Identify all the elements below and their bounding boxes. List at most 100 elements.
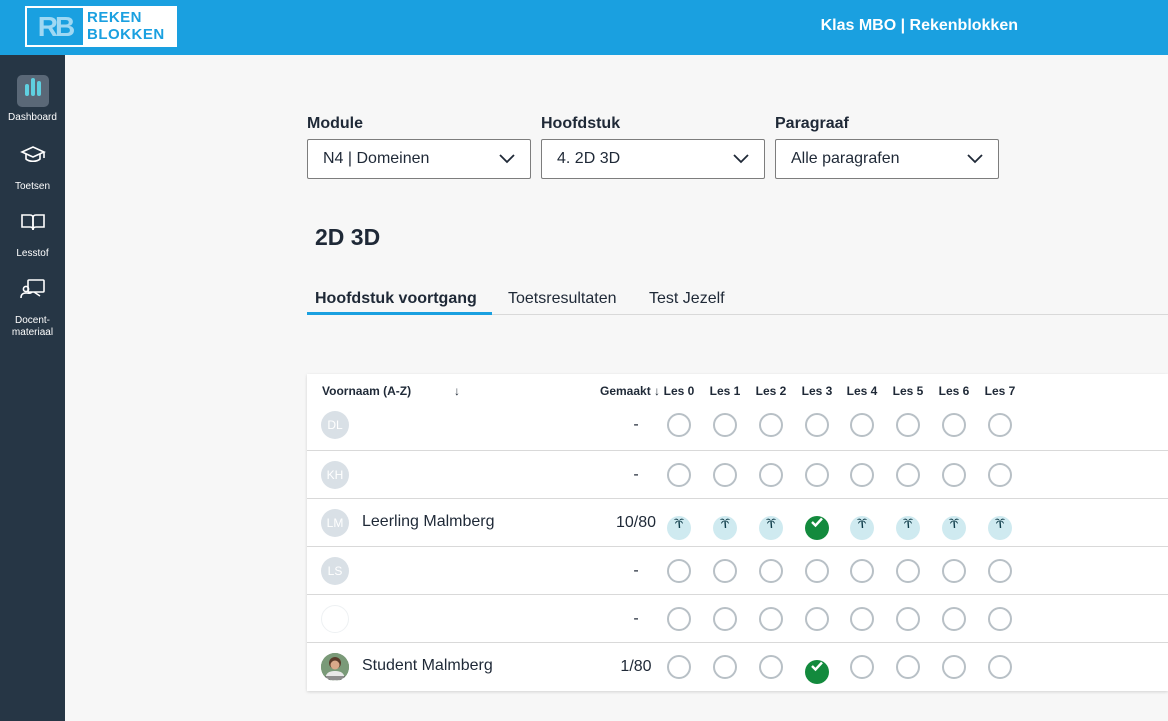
avatar: DL	[321, 411, 349, 439]
lesson-empty-circle-icon[interactable]	[713, 607, 737, 631]
avatar: LM	[321, 509, 349, 537]
lesson-empty-circle-icon[interactable]	[713, 463, 737, 487]
hoofdstuk-select[interactable]: 4. 2D 3D	[541, 139, 765, 179]
column-header-les: Les 2	[755, 384, 787, 398]
lesson-empty-circle-icon[interactable]	[850, 413, 874, 437]
avatar	[321, 653, 349, 681]
lesson-empty-circle-icon[interactable]	[988, 559, 1012, 583]
progress-table: Voornaam (A-Z) ↓ Gemaakt ↓ Les 0 Les 1 Les…	[307, 374, 1168, 691]
lesson-empty-circle-icon[interactable]	[667, 413, 691, 437]
lesson-empty-circle-icon[interactable]	[805, 607, 829, 631]
tab-hoofdstuk-voortgang[interactable]: Hoofdstuk voortgang	[315, 290, 477, 308]
lesson-empty-circle-icon[interactable]	[896, 413, 920, 437]
top-bar: RB REKEN BLOKKEN Klas MBO | Rekenblokken	[0, 0, 1168, 55]
lesson-empty-circle-icon[interactable]	[850, 463, 874, 487]
graduation-cap-icon	[17, 144, 49, 176]
logo-line-1: REKEN	[87, 9, 143, 26]
rekenblokken-logo[interactable]: RB REKEN BLOKKEN	[25, 6, 177, 47]
lesson-empty-circle-icon[interactable]	[896, 463, 920, 487]
module-label: Module	[307, 115, 363, 132]
table-row[interactable]: LS -	[307, 546, 1168, 594]
lesson-empty-circle-icon[interactable]	[988, 463, 1012, 487]
module-select[interactable]: N4 | Domeinen	[307, 139, 531, 179]
tab-test-jezelf[interactable]: Test Jezelf	[649, 290, 725, 308]
chevron-down-icon	[733, 154, 749, 164]
lesson-palm-icon[interactable]	[667, 511, 691, 540]
lesson-palm-icon[interactable]	[988, 511, 1012, 540]
avatar	[321, 605, 349, 633]
lesson-palm-icon[interactable]	[850, 511, 874, 540]
lesson-empty-circle-icon[interactable]	[896, 655, 920, 679]
sidebar-item-toetsen[interactable]: Toetsen	[0, 140, 65, 193]
lesson-empty-circle-icon[interactable]	[942, 607, 966, 631]
lesson-empty-circle-icon[interactable]	[805, 559, 829, 583]
student-name[interactable]: Leerling Malmberg	[362, 513, 495, 531]
lesson-empty-circle-icon[interactable]	[759, 463, 783, 487]
redacted-name	[362, 457, 502, 493]
lesson-empty-circle-icon[interactable]	[850, 559, 874, 583]
lesson-empty-circle-icon[interactable]	[850, 607, 874, 631]
lesson-palm-icon[interactable]	[942, 511, 966, 540]
sidebar-item-label: Toetsen	[14, 181, 51, 192]
hoofdstuk-label: Hoofdstuk	[541, 115, 621, 132]
lesson-empty-circle-icon[interactable]	[942, 655, 966, 679]
column-header-les: Les 5	[892, 384, 924, 398]
logo-mark: RB	[27, 8, 83, 45]
lesson-empty-circle-icon[interactable]	[667, 607, 691, 631]
table-row[interactable]: -	[307, 594, 1168, 642]
module-select-value: N4 | Domeinen	[323, 150, 430, 167]
lesson-palm-icon[interactable]	[896, 511, 920, 540]
lesson-empty-circle-icon[interactable]	[988, 413, 1012, 437]
column-header-les: Les 1	[709, 384, 741, 398]
table-row[interactable]: LM Leerling Malmberg 10/80	[307, 498, 1168, 546]
chevron-down-icon	[967, 154, 983, 164]
lesson-empty-circle-icon[interactable]	[759, 413, 783, 437]
column-header-made[interactable]: Gemaakt ↓	[600, 384, 660, 398]
sidebar-item-lesstof[interactable]: Lesstof	[0, 207, 65, 260]
lesson-palm-icon[interactable]	[759, 511, 783, 540]
lesson-empty-circle-icon[interactable]	[759, 607, 783, 631]
lesson-empty-circle-icon[interactable]	[713, 413, 737, 437]
bar-chart-icon	[16, 75, 49, 107]
column-header-les: Les 0	[663, 384, 695, 398]
table-row[interactable]: KH -	[307, 450, 1168, 498]
lesson-empty-circle-icon[interactable]	[713, 655, 737, 679]
lesson-empty-circle-icon[interactable]	[942, 559, 966, 583]
tab-toetsresultaten[interactable]: Toetsresultaten	[508, 290, 617, 308]
lesson-empty-circle-icon[interactable]	[942, 463, 966, 487]
student-name[interactable]: Student Malmberg	[362, 657, 493, 675]
sidebar-item-dashboard[interactable]: Dashboard	[0, 71, 65, 124]
lesson-empty-circle-icon[interactable]	[667, 463, 691, 487]
lesson-empty-circle-icon[interactable]	[759, 559, 783, 583]
sort-arrow-icon[interactable]: ↓	[454, 384, 460, 398]
column-header-les: Les 6	[938, 384, 970, 398]
logo-line-2: BLOKKEN	[87, 26, 165, 43]
lesson-empty-circle-icon[interactable]	[896, 607, 920, 631]
lesson-empty-circle-icon[interactable]	[667, 559, 691, 583]
lesson-empty-circle-icon[interactable]	[667, 655, 691, 679]
lesson-palm-icon[interactable]	[713, 511, 737, 540]
lesson-empty-circle-icon[interactable]	[988, 607, 1012, 631]
table-row[interactable]: Student Malmberg 1/80	[307, 642, 1168, 690]
lesson-empty-circle-icon[interactable]	[759, 655, 783, 679]
sidebar-item-label: Dashboard	[8, 112, 57, 123]
paragraaf-select[interactable]: Alle paragrafen	[775, 139, 999, 179]
chapter-title: 2D 3D	[315, 224, 381, 250]
lesson-empty-circle-icon[interactable]	[896, 559, 920, 583]
lesson-empty-circle-icon[interactable]	[713, 559, 737, 583]
lesson-completed-check-icon[interactable]	[805, 655, 829, 684]
lesson-empty-circle-icon[interactable]	[988, 655, 1012, 679]
lesson-empty-circle-icon[interactable]	[942, 413, 966, 437]
lesson-empty-circle-icon[interactable]	[850, 655, 874, 679]
paragraaf-select-value: Alle paragrafen	[791, 150, 900, 167]
lesson-empty-circle-icon[interactable]	[805, 413, 829, 437]
table-row[interactable]: DL -	[307, 401, 1168, 449]
redacted-name	[362, 407, 502, 443]
column-header-les: Les 4	[846, 384, 878, 398]
sidebar-item-docentmateriaal[interactable]: Docent-materiaal	[0, 274, 65, 339]
sidebar: Dashboard Toetsen Lesstof Docent-materia…	[0, 55, 65, 721]
lesson-completed-check-icon[interactable]	[805, 511, 829, 540]
hoofdstuk-select-value: 4. 2D 3D	[557, 150, 621, 167]
column-header-name[interactable]: Voornaam (A-Z)	[322, 384, 411, 398]
lesson-empty-circle-icon[interactable]	[805, 463, 829, 487]
